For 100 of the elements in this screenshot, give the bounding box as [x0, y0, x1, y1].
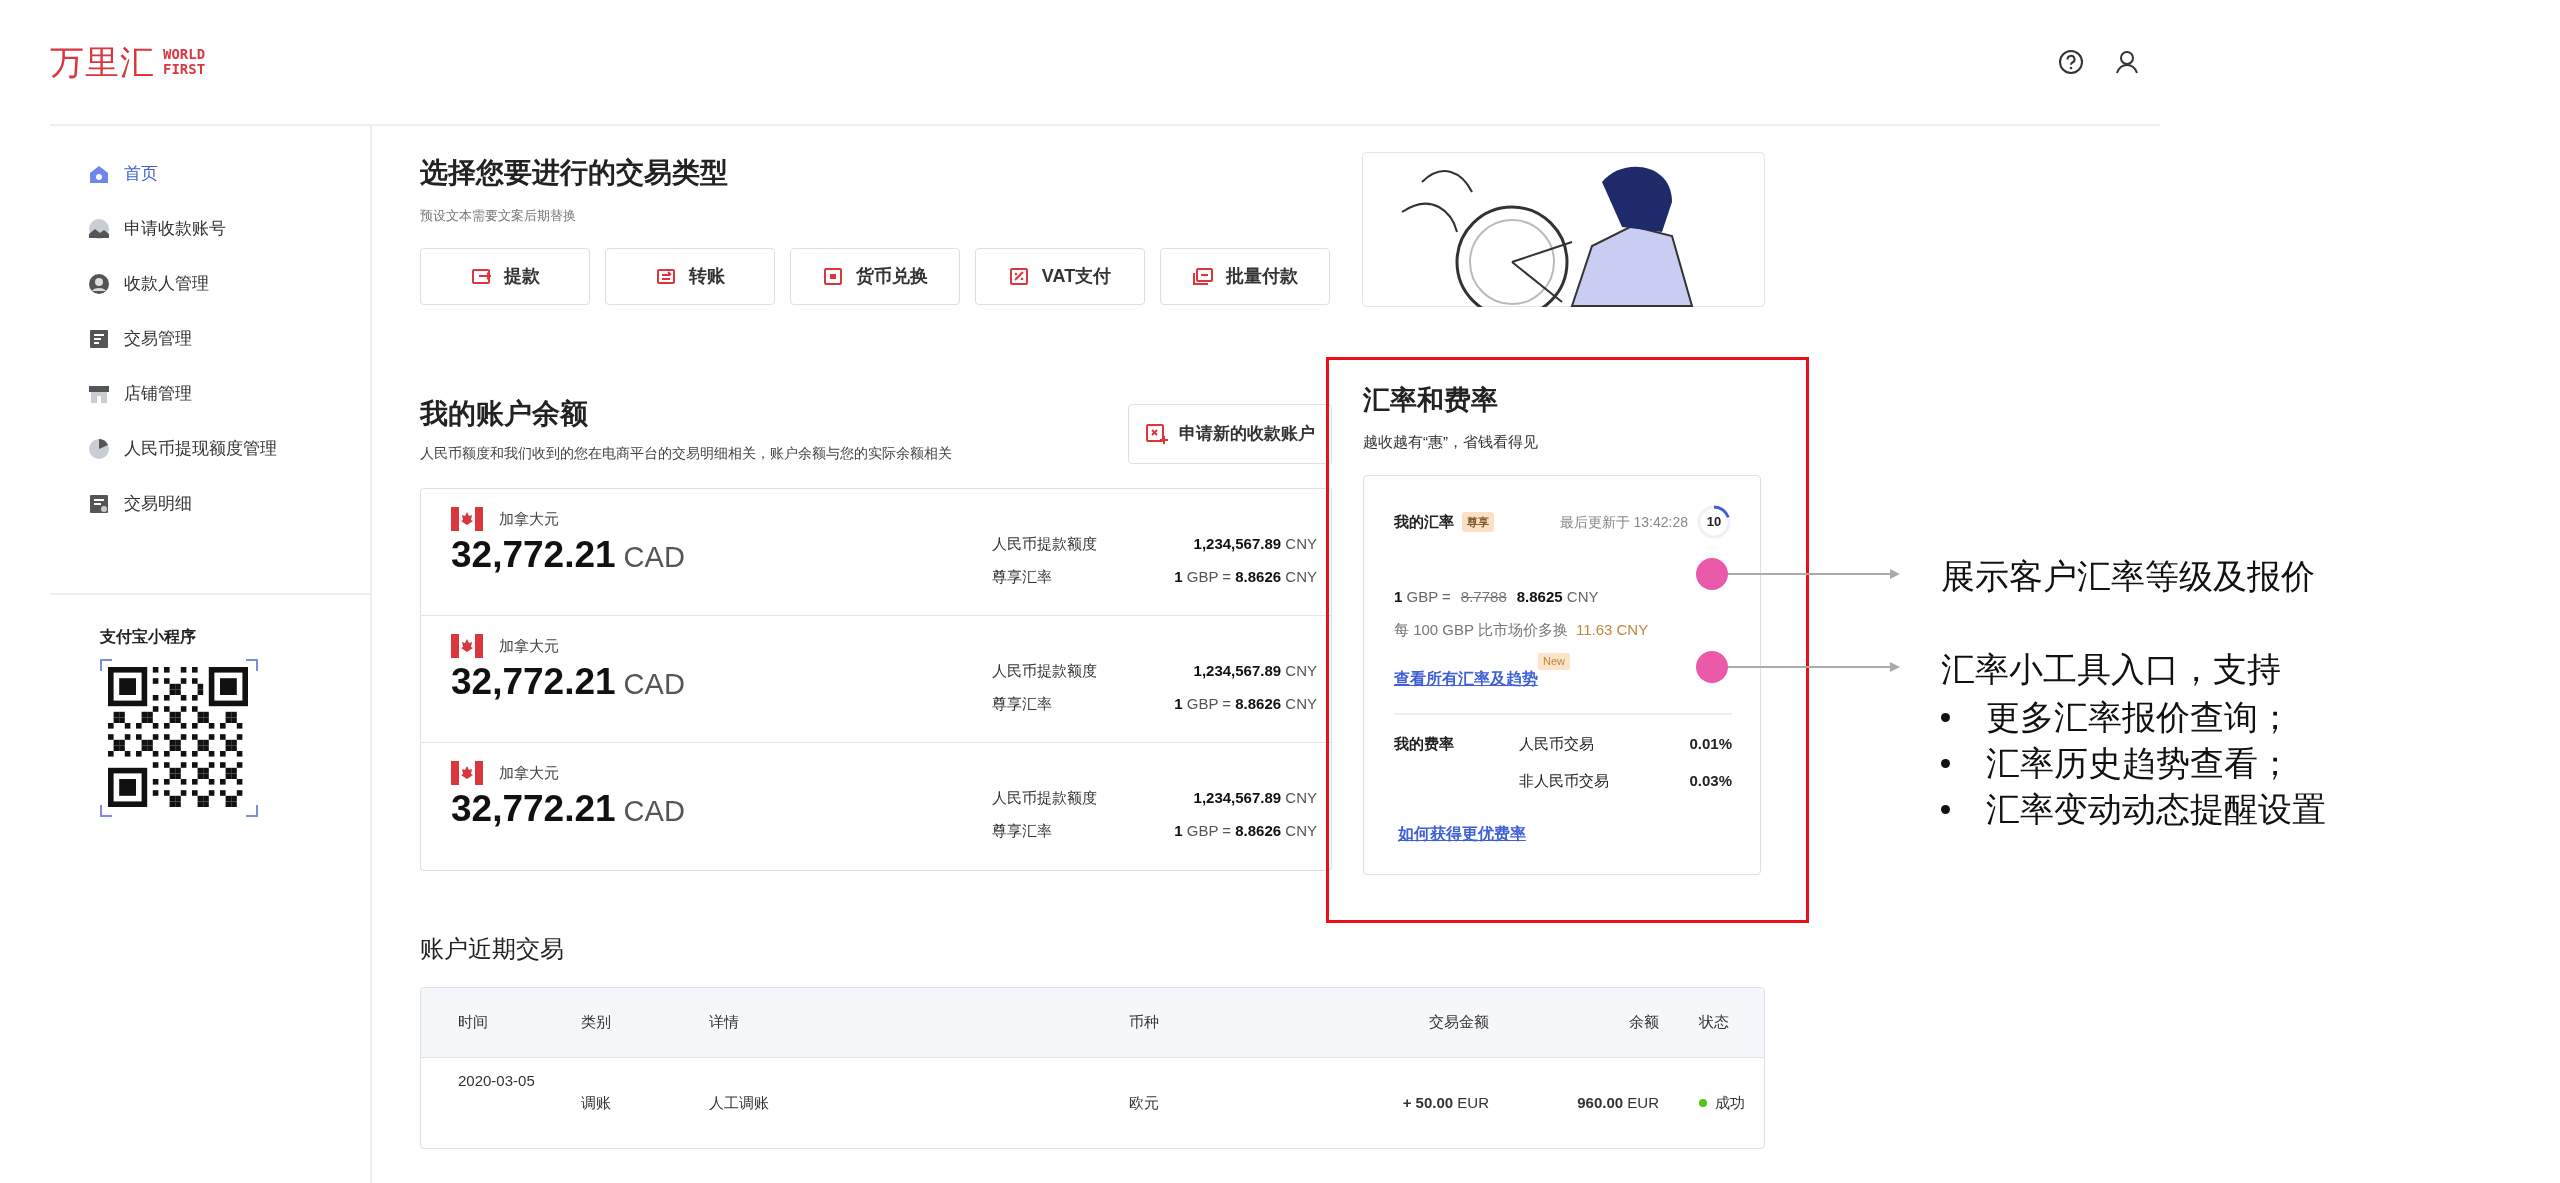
savings-amount: 11.63 CNY: [1575, 619, 1649, 640]
annotation-title: 展示客户汇率等级及报价: [1941, 557, 2316, 597]
transaction-type-button[interactable]: VAT支付: [975, 247, 1145, 305]
logo-text: 万里汇: [50, 41, 155, 83]
balance-amount: 32,772.21: [451, 662, 616, 703]
all-rates-link[interactable]: 查看所有汇率及趋势: [1394, 667, 1538, 691]
exchange-icon: [822, 265, 844, 287]
bullet-icon: [1941, 805, 1950, 815]
bullet-icon: [1941, 759, 1950, 769]
column-header: 交易金额: [1428, 1012, 1489, 1033]
better-rate-link[interactable]: 如何获得更优费率: [1398, 822, 1526, 846]
sidebar-item[interactable]: 交易明细: [50, 476, 370, 531]
limit-label: 人民币提款额度: [992, 534, 1098, 554]
new-badge: New: [1538, 653, 1570, 670]
fee-value: 0.03%: [1689, 770, 1732, 791]
table-cell-text: 人工调账: [709, 1092, 770, 1113]
help-icon[interactable]: [2058, 49, 2084, 75]
logo-tagline: FIRST: [163, 62, 206, 77]
transaction-type-button[interactable]: 批量付款: [1160, 247, 1330, 305]
sidebar-item[interactable]: 店铺管理: [50, 366, 370, 421]
currency-name: 加拿大元: [499, 508, 559, 529]
savings-text: 每 100 GBP 比市场价多换: [1394, 619, 1568, 640]
transaction-type-button[interactable]: 转账: [605, 247, 775, 305]
rate-label: 尊享汇率: [992, 693, 1053, 714]
rate-value: 1 GBP = 8.8626 CNY: [1173, 820, 1317, 841]
column-header: 类别: [581, 1012, 612, 1033]
table-cell-text: 调账: [581, 1092, 612, 1113]
limit-label: 人民币提款额度: [992, 661, 1098, 681]
currency-code: CAD: [623, 667, 685, 702]
stack-icon: [1192, 265, 1214, 287]
status-text: 成功: [1715, 1092, 1745, 1113]
transaction-type-button[interactable]: 货币兑换: [790, 247, 960, 305]
document-icon: [88, 327, 110, 350]
annotation-bullet: 汇率变动动态提醒设置: [1986, 789, 2326, 830]
currency-name: 加拿大元: [499, 635, 559, 656]
column-header: 余额: [1628, 1012, 1659, 1033]
my-rate-label: 我的汇率: [1394, 511, 1454, 532]
rate-value: 1 GBP = 8.8626 CNY: [1173, 566, 1317, 587]
limit-label: 人民币提款额度: [992, 788, 1098, 808]
fee-label: 我的费率: [1394, 734, 1455, 754]
annotation-bullet: 更多汇率报价查询；: [1986, 698, 2292, 738]
bullet-icon: [1941, 713, 1950, 723]
table-cell-text: + 50.00 EUR: [1401, 1092, 1489, 1113]
annotation-bullet: 汇率历史趋势查看；: [1986, 743, 2292, 784]
section-title: 我的账户余额: [420, 397, 589, 431]
column-header: 时间: [458, 1012, 489, 1033]
countdown-ring: [1696, 504, 1732, 540]
pie-chart-icon: [88, 437, 110, 460]
marker-dot: [1696, 651, 1728, 683]
flag-icon: [451, 634, 483, 658]
sidebar-item[interactable]: 首页: [50, 146, 370, 201]
person-icon: [88, 272, 110, 295]
fee-type: 非人民币交易: [1519, 770, 1610, 791]
currency-name: 加拿大元: [499, 762, 559, 783]
old-rate: 8.7788: [1460, 587, 1507, 607]
section-title: 汇率和费率: [1363, 384, 1499, 417]
currency-code: CAD: [623, 794, 685, 829]
section-title: 选择您要进行的交易类型: [420, 156, 729, 190]
logo-tagline: WORLD: [163, 47, 206, 62]
apply-account-button[interactable]: 申请新的收款账户: [1128, 404, 1332, 464]
sidebar-item[interactable]: 人民币提现额度管理: [50, 421, 370, 476]
sidebar-item[interactable]: 申请收款账号: [50, 201, 370, 256]
rate-value: 1 GBP = 8.8626 CNY: [1173, 693, 1317, 714]
landscape-icon: [88, 217, 110, 240]
fee-value: 0.01%: [1689, 734, 1732, 754]
rate-prefix: 1 GBP =: [1394, 587, 1451, 607]
column-header: 币种: [1129, 1012, 1160, 1033]
user-icon[interactable]: [2114, 49, 2140, 75]
column-header: 状态: [1698, 1012, 1730, 1033]
rate-label: 尊享汇率: [992, 566, 1053, 587]
receipt-icon: [88, 492, 110, 515]
annotation-title: 汇率小工具入口，支持: [1941, 650, 2282, 690]
current-rate: 8.8625 CNY: [1516, 587, 1599, 607]
section-subtitle: 预设文本需要文案后期替换: [420, 207, 577, 225]
limit-value: 1,234,567.89 CNY: [1192, 661, 1317, 681]
tier-badge: 尊享: [1462, 511, 1494, 533]
limit-value: 1,234,567.89 CNY: [1192, 534, 1317, 554]
section-subtitle: 越收越有“惠”，省钱看得见: [1363, 431, 1539, 452]
add-card-icon: [1145, 422, 1169, 446]
mini-program-title: 支付宝小程序: [100, 627, 197, 647]
sidebar-item[interactable]: 交易管理: [50, 311, 370, 366]
flag-icon: [451, 761, 483, 785]
balance-amount: 32,772.21: [451, 535, 616, 576]
balance-amount: 32,772.21: [451, 789, 616, 830]
rate-label: 尊享汇率: [992, 820, 1053, 841]
section-subtitle: 人民币额度和我们收到的您在电商平台的交易明细相关，账户余额与您的实际余额相关: [420, 444, 952, 463]
sidebar-item[interactable]: 收款人管理: [50, 256, 370, 311]
transaction-type-button[interactable]: 提款: [420, 247, 590, 305]
currency-code: CAD: [623, 540, 685, 575]
table-cell-text: 2020-03-05: [458, 1071, 536, 1091]
table-cell-text: 960.00 EUR: [1576, 1092, 1659, 1113]
fee-type: 人民币交易: [1519, 734, 1595, 754]
section-title: 账户近期交易: [420, 934, 565, 964]
table-cell-text: 欧元: [1129, 1092, 1160, 1113]
update-time: 最后更新于 13:42:28: [1559, 512, 1688, 532]
percent-icon: [1008, 265, 1030, 287]
column-header: 详情: [709, 1012, 740, 1033]
countdown-value: 10: [1706, 513, 1722, 532]
marker-dot: [1696, 558, 1728, 590]
flag-icon: [451, 507, 483, 531]
